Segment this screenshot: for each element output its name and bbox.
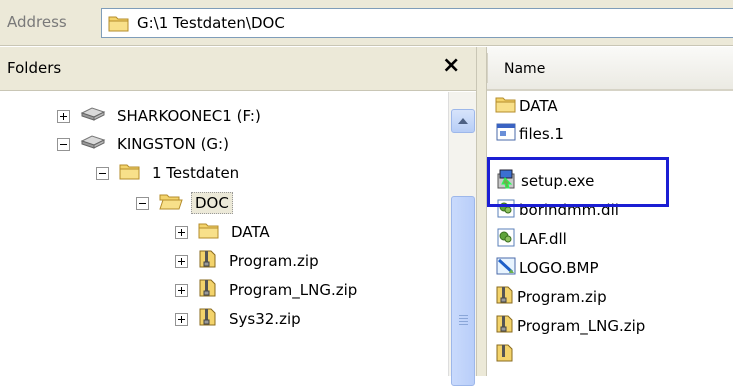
dll-icon (495, 227, 517, 251)
folder-icon (108, 14, 130, 36)
list-item[interactable]: LOGO.BMP (495, 256, 599, 280)
address-label: Address (7, 13, 67, 31)
list-item[interactable]: Program.zip (495, 285, 607, 309)
tree-node-label[interactable]: SHARKOONEC1 (F:) (114, 106, 264, 126)
tree-node[interactable]: KINGSTON (G:) (57, 130, 232, 158)
list-item[interactable]: files.1 (495, 122, 564, 146)
tree-node[interactable]: 1 Testdaten (96, 159, 242, 187)
zip-icon (198, 249, 218, 273)
tree-node-selected[interactable]: DOC (136, 189, 233, 217)
collapse-icon[interactable] (136, 196, 149, 210)
zip-icon (495, 314, 515, 338)
collapse-icon[interactable] (96, 166, 109, 180)
drive-icon (80, 107, 106, 125)
folder-icon (495, 95, 517, 117)
expand-icon[interactable] (175, 283, 188, 297)
tree-node-label[interactable]: Program_LNG.zip (226, 280, 360, 300)
expand-icon[interactable] (175, 225, 188, 239)
list-item[interactable]: Program_LNG.zip (495, 314, 645, 338)
pane-splitter[interactable] (476, 47, 487, 376)
list-item[interactable]: borlndmm.dll (495, 198, 619, 222)
folder-tree: SHARKOONEC1 (F:) KINGSTON (G:) 1 Testdat… (0, 92, 447, 376)
list-item-label[interactable]: files.1 (519, 125, 564, 143)
file-list: DATA files.1 setup.exe borlndmm.dll LAF.… (487, 92, 733, 376)
folder-open-icon (159, 192, 183, 214)
expand-icon[interactable] (175, 254, 188, 268)
list-item-label[interactable]: Program.zip (517, 288, 607, 306)
tree-node[interactable]: Program_LNG.zip (175, 276, 360, 304)
collapse-icon[interactable] (57, 137, 70, 151)
tree-node-label[interactable]: 1 Testdaten (149, 163, 242, 183)
list-item-label[interactable]: Program_LNG.zip (517, 317, 645, 335)
folder-icon (198, 221, 220, 243)
list-item-label[interactable]: setup.exe (521, 172, 594, 190)
tree-node-label[interactable]: Program.zip (226, 251, 322, 271)
drive-icon (80, 135, 106, 153)
list-item[interactable]: DATA (495, 94, 558, 118)
folders-pane-header: Folders × (0, 47, 477, 91)
list-item-label[interactable]: LOGO.BMP (519, 259, 599, 277)
zip-icon (198, 278, 218, 302)
bitmap-icon (495, 256, 517, 280)
tree-node[interactable]: Program.zip (175, 247, 322, 275)
list-item-label[interactable]: DATA (519, 97, 558, 115)
expand-icon[interactable] (175, 312, 188, 326)
list-item-label[interactable]: borlndmm.dll (519, 201, 619, 219)
tree-node-label[interactable]: Sys32.zip (226, 309, 304, 329)
zip-icon (198, 307, 218, 331)
scroll-up-icon[interactable] (451, 109, 475, 133)
folder-icon (119, 162, 141, 184)
zip-icon (495, 285, 515, 309)
file-window-icon (495, 122, 517, 146)
column-separator (487, 53, 488, 83)
scrollbar-thumb[interactable] (451, 196, 475, 386)
tree-node-label[interactable]: DOC (191, 192, 233, 214)
expand-icon[interactable] (57, 109, 70, 123)
tree-node[interactable]: SHARKOONEC1 (F:) (57, 102, 264, 130)
list-item-label[interactable]: LAF.dll (519, 230, 567, 248)
address-input[interactable]: G:\1 Testdaten\DOC (101, 8, 733, 38)
tree-node[interactable]: DATA (175, 218, 273, 246)
tree-node[interactable]: Sys32.zip (175, 305, 304, 333)
list-item-setup[interactable]: setup.exe (495, 169, 594, 193)
dll-icon (495, 198, 517, 222)
tree-node-label[interactable]: KINGSTON (G:) (114, 134, 232, 154)
folder-tree-scrollbar[interactable] (448, 92, 476, 386)
file-list-header: Name (487, 47, 733, 91)
list-item-partial[interactable] (495, 343, 517, 367)
tree-node-label[interactable]: DATA (228, 222, 273, 242)
close-icon[interactable]: × (442, 53, 460, 78)
list-item[interactable]: LAF.dll (495, 227, 567, 251)
setup-exe-icon (495, 168, 519, 194)
zip-icon (495, 343, 515, 367)
folders-title: Folders (7, 59, 62, 77)
address-bar: Address G:\1 Testdaten\DOC (0, 0, 733, 46)
address-path[interactable]: G:\1 Testdaten\DOC (137, 14, 285, 32)
column-header-name[interactable]: Name (504, 61, 545, 77)
